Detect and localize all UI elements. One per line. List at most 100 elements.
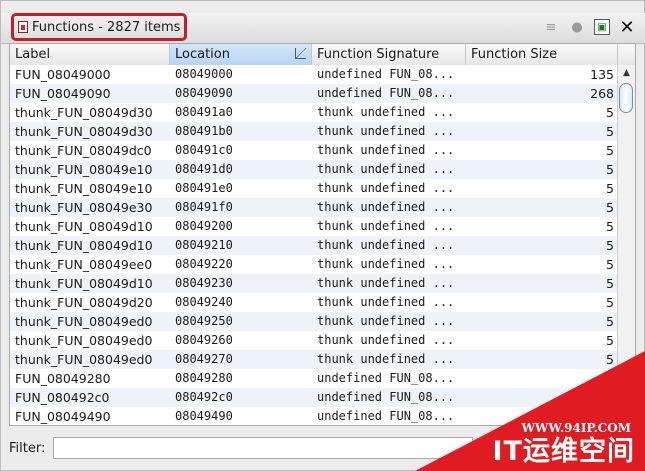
cell-label: thunk_FUN_08049d30 [15,124,153,139]
cell-function-size: 5 [606,276,614,291]
cell-function-size: 5 [606,257,614,272]
column-function-signature[interactable]: Function Signature [312,44,466,65]
table-row[interactable]: thunk_FUN_08049d10 08049230 thunk undefine… [10,274,618,293]
cell-function-signature: thunk undefined ... [317,314,455,328]
watermark: WWW.94IP.COM IT运维空间 [415,351,645,471]
cell-function-size: 5 [606,105,614,120]
table-row[interactable]: thunk_FUN_08049ed0 08049260 thunk undefine… [10,331,618,350]
table-row[interactable]: thunk_FUN_08049e10 080491e0 thunk undefine… [10,179,618,198]
cell-label: thunk_FUN_08049e30 [15,200,153,215]
cell-location: 08049220 [175,257,233,271]
cell-function-size: 5 [606,314,614,329]
cell-location: 080491d0 [175,162,233,176]
cell-label: thunk_FUN_08049d10 [15,238,153,253]
cell-label: thunk_FUN_08049d20 [15,295,153,310]
cell-function-size: 5 [606,200,614,215]
functions-icon [18,21,28,33]
sort-indicator-icon [295,48,306,59]
table-row[interactable]: thunk_FUN_08049d30 080491a0 thunk undefine… [10,103,618,122]
cell-function-size: 5 [606,181,614,196]
cell-function-signature: thunk undefined ... [317,276,455,290]
cell-location: 08049490 [175,409,233,423]
cell-function-size: 5 [606,238,614,253]
table-row[interactable]: thunk_FUN_08049e10 080491d0 thunk undefine… [10,160,618,179]
cell-location: 080491c0 [175,143,233,157]
cell-label: FUN_08049000 [15,67,111,82]
table-row[interactable]: thunk_FUN_08049ee0 08049220 thunk undefine… [10,255,618,274]
cell-function-size: 268 [590,86,614,101]
cell-function-size: 5 [606,219,614,234]
table-row[interactable]: thunk_FUN_08049d20 08049240 thunk undefine… [10,293,618,312]
table-row[interactable]: thunk_FUN_08049ed0 08049250 thunk undefine… [10,312,618,331]
cell-label: FUN_08049090 [15,86,111,101]
cell-location: 08049280 [175,371,233,385]
table-row[interactable]: thunk_FUN_08049d30 080491b0 thunk undefine… [10,122,618,141]
table-row[interactable]: thunk_FUN_08049e30 080491f0 thunk undefine… [10,198,618,217]
settings-cog-icon[interactable]: ● [568,18,586,36]
column-label[interactable]: Label [10,44,170,65]
cell-function-signature: thunk undefined ... [317,238,455,252]
cell-label: thunk_FUN_08049ed0 [15,352,153,367]
cell-function-signature: thunk undefined ... [317,295,455,309]
cell-function-size: 5 [606,162,614,177]
cell-function-signature: thunk undefined ... [317,162,455,176]
cell-function-signature: thunk undefined ... [317,200,455,214]
cell-label: thunk_FUN_08049e10 [15,162,153,177]
cell-function-signature: thunk undefined ... [317,333,455,347]
cell-label: thunk_FUN_08049d30 [15,105,153,120]
cell-function-signature: thunk undefined ... [317,143,455,157]
title-actions: ≡ ● ▣ ✕ [542,17,636,38]
cell-function-signature: thunk undefined ... [317,181,455,195]
cell-label: FUN_08049280 [15,371,111,386]
filter-input[interactable] [53,437,474,459]
cell-function-signature: thunk undefined ... [317,124,455,138]
table-row[interactable]: thunk_FUN_08049d10 08049200 thunk undefine… [10,217,618,236]
cell-location: 08049270 [175,352,233,366]
snapshot-icon[interactable]: ▣ [594,19,610,35]
cell-label: thunk_FUN_08049ee0 [15,257,153,272]
table-header: Label Location Function Signature Functi… [10,44,635,66]
cell-location: 08049260 [175,333,233,347]
cell-label: thunk_FUN_08049ed0 [15,314,153,329]
cell-location: 08049230 [175,276,233,290]
cell-function-size: 5 [606,295,614,310]
watermark-name: IT运维空间 [492,436,635,467]
cell-function-size: 135 [590,67,614,82]
scroll-up-arrow-icon[interactable]: ▲ [618,65,635,81]
scroll-thumb[interactable] [619,83,633,113]
cell-function-signature: thunk undefined ... [317,105,455,119]
table-row[interactable]: thunk_FUN_08049d10 08049210 thunk undefine… [10,236,618,255]
cell-function-signature: thunk undefined ... [317,257,455,271]
cell-label: thunk_FUN_08049d10 [15,219,153,234]
cell-label: thunk_FUN_08049e10 [15,181,153,196]
column-location[interactable]: Location [170,44,312,65]
cell-function-size: 5 [606,124,614,139]
cell-location: 08049200 [175,219,233,233]
cell-location: 080491e0 [175,181,233,195]
menu-lines-icon[interactable]: ≡ [542,18,560,36]
close-icon[interactable]: ✕ [618,17,636,38]
cell-location: 080492c0 [175,390,233,404]
cell-location: 08049090 [175,86,233,100]
title-highlight: Functions - 2827 items [11,13,187,41]
column-function-size[interactable]: Function Size [466,44,618,65]
cell-label: thunk_FUN_08049ed0 [15,333,153,348]
cell-function-signature: undefined FUN_08... [317,86,455,100]
cell-label: thunk_FUN_08049dc0 [15,143,152,158]
table-row[interactable]: thunk_FUN_08049dc0 080491c0 thunk undefine… [10,141,618,160]
filter-label: Filter: [9,440,46,456]
cell-location: 08049250 [175,314,233,328]
cell-location: 08049210 [175,238,233,252]
cell-location: 080491a0 [175,105,233,119]
cell-function-signature: thunk undefined ... [317,219,455,233]
table-row[interactable]: FUN_08049000 08049000 undefined FUN_08... 1… [10,65,618,84]
table-row[interactable]: FUN_08049090 08049090 undefined FUN_08... 2… [10,84,618,103]
cell-location: 08049000 [175,67,233,81]
cell-label: thunk_FUN_08049d10 [15,276,153,291]
cell-location: 080491b0 [175,124,233,138]
window-title: Functions - 2827 items [32,19,181,35]
cell-location: 080491f0 [175,200,233,214]
title-bar: Functions - 2827 items ≡ ● ▣ ✕ [1,13,645,44]
cell-label: FUN_080492c0 [15,390,110,405]
cell-function-size: 5 [606,333,614,348]
